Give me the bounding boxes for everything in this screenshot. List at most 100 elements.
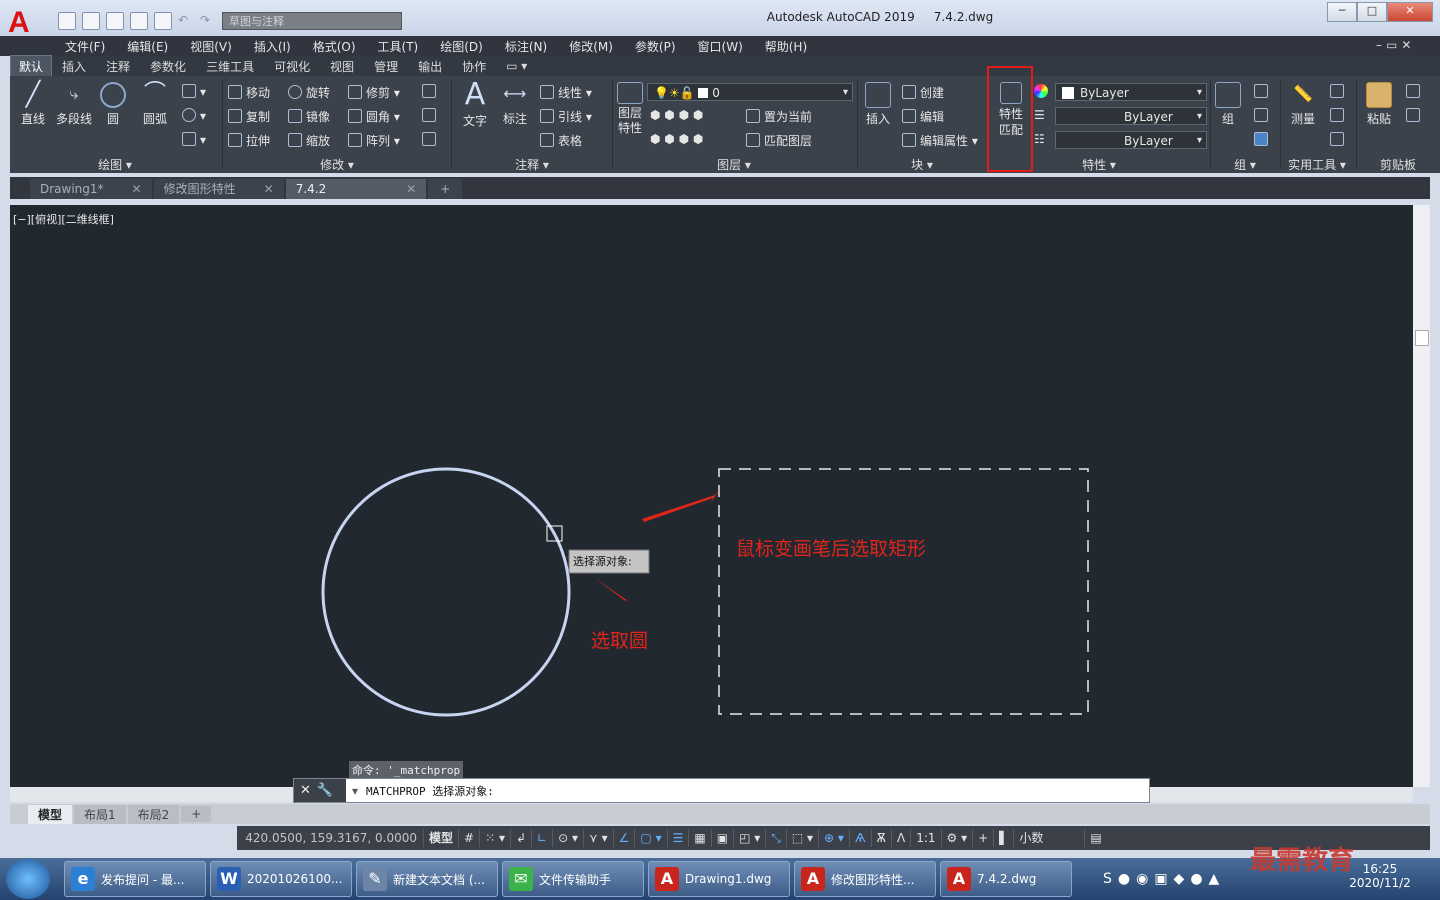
- doc-window-controls[interactable]: –▭✕: [1376, 38, 1415, 52]
- menu-format[interactable]: 格式(O): [302, 38, 367, 55]
- create-block-tool[interactable]: 创建: [902, 84, 944, 101]
- auto-scale-icon[interactable]: Ѫ: [870, 829, 891, 847]
- tab-model[interactable]: 模型: [28, 804, 73, 824]
- workspace-gear-icon[interactable]: ⚙ ▾: [940, 829, 973, 847]
- linear-dim-tool[interactable]: 线性 ▾: [540, 84, 592, 101]
- lineweight-dropdown[interactable]: ByLayer: [1055, 131, 1207, 150]
- selection-filter-icon[interactable]: ⬚ ▾: [785, 829, 818, 847]
- grid-icon[interactable]: #: [458, 829, 479, 847]
- text-tool[interactable]: A 文字: [458, 80, 492, 129]
- lineweight-toggle-icon[interactable]: ☰: [666, 829, 689, 847]
- scroll-thumb[interactable]: [1415, 330, 1429, 346]
- new-file-icon[interactable]: [58, 12, 76, 30]
- undo-icon[interactable]: ↶: [178, 13, 194, 29]
- menu-edit[interactable]: 编辑(E): [116, 38, 179, 55]
- arc-tool[interactable]: ⌒ 圆弧: [138, 82, 172, 127]
- menu-draw[interactable]: 绘图(D): [429, 38, 494, 55]
- infer-icon[interactable]: ↲: [509, 829, 531, 847]
- panel-utilities[interactable]: 实用工具 ▾: [1280, 156, 1354, 172]
- erase-tool[interactable]: [422, 84, 440, 99]
- panel-modify[interactable]: 修改 ▾: [224, 156, 450, 172]
- taskbar-item-word[interactable]: W 20201026100...: [210, 861, 352, 897]
- gizmo-icon[interactable]: ⊕ ▾: [818, 829, 849, 847]
- layer-tools-row2[interactable]: ⬢ ⬢ ⬢ ⬢: [650, 132, 703, 146]
- menu-view[interactable]: 视图(V): [179, 38, 243, 55]
- offset-tool[interactable]: [422, 132, 440, 147]
- transparency-icon[interactable]: ▦: [688, 829, 710, 847]
- tab-collaborate[interactable]: 协作: [452, 58, 496, 75]
- tab-layout2[interactable]: 布局2: [127, 804, 180, 824]
- close-command-icon[interactable]: ✕: [300, 783, 311, 798]
- array-tool[interactable]: 阵列 ▾: [348, 132, 400, 149]
- menu-help[interactable]: 帮助(H): [754, 38, 818, 55]
- workspace-dropdown[interactable]: 草图与注释: [222, 12, 402, 30]
- menu-window[interactable]: 窗口(W): [687, 38, 754, 55]
- taskbar-item-modify[interactable]: A 修改图形特性...: [794, 861, 936, 897]
- close-tab-icon[interactable]: ✕: [406, 182, 416, 196]
- group-edit-icon[interactable]: [1254, 108, 1272, 123]
- move-tool[interactable]: 移动: [228, 84, 270, 101]
- start-button[interactable]: [6, 859, 50, 899]
- polar-icon[interactable]: ⊙ ▾: [552, 829, 583, 847]
- lineweight-icon[interactable]: ☷: [1034, 132, 1045, 146]
- explode-tool[interactable]: [422, 108, 440, 123]
- group-tool[interactable]: 组: [1213, 82, 1243, 127]
- viewport-controls[interactable]: [−][俯视][二维线框]: [13, 211, 114, 227]
- ribbon-options-icon[interactable]: ▭ ▾: [496, 59, 537, 73]
- fillet-tool[interactable]: 圆角 ▾: [348, 108, 400, 125]
- add-layout-button[interactable]: +: [181, 806, 212, 822]
- selection-cycle-icon[interactable]: ▣: [710, 829, 733, 847]
- calculator-icon[interactable]: [1330, 132, 1348, 147]
- ungroup-icon[interactable]: [1254, 84, 1272, 99]
- layer-properties-tool[interactable]: 图层 特性: [614, 82, 646, 136]
- measure-tool[interactable]: 📏 测量: [1286, 82, 1320, 127]
- taskbar-item-wechat[interactable]: ✉ 文件传输助手: [502, 861, 644, 897]
- tab-visualize[interactable]: 可视化: [264, 58, 320, 75]
- line-tool[interactable]: ╱ 直线: [18, 82, 48, 127]
- circle-tool[interactable]: 圆: [98, 82, 128, 127]
- panel-clipboard[interactable]: 剪贴板: [1356, 156, 1440, 172]
- utility-icon-2[interactable]: [1330, 108, 1348, 123]
- hatch-tool[interactable]: ▾: [182, 108, 206, 123]
- edit-block-tool[interactable]: 编辑: [902, 108, 944, 125]
- menu-parametric[interactable]: 参数(P): [624, 38, 687, 55]
- menu-tools[interactable]: 工具(T): [367, 38, 430, 55]
- color-wheel-icon[interactable]: [1034, 84, 1052, 99]
- linetype-icon[interactable]: ☰: [1034, 108, 1045, 122]
- taskbar-item-742[interactable]: A 7.4.2.dwg: [940, 861, 1072, 897]
- panel-annotation[interactable]: 注释 ▾: [452, 156, 612, 172]
- match-layer-tool[interactable]: 匹配图层: [746, 132, 812, 149]
- cut-icon[interactable]: [1406, 84, 1424, 99]
- clock[interactable]: 16:25 2020/11/2: [1345, 862, 1415, 890]
- close-button[interactable]: ✕: [1387, 2, 1433, 22]
- osnap-icon[interactable]: ▢ ▾: [634, 829, 666, 847]
- tab-output[interactable]: 输出: [408, 58, 452, 75]
- annotation-scale-icon[interactable]: Λ: [890, 829, 910, 847]
- taskbar-item-notepad[interactable]: ✎ 新建文本文档 (...: [356, 861, 498, 897]
- ortho-icon[interactable]: ∟: [531, 829, 552, 847]
- rectangle-tool[interactable]: ▾: [182, 84, 206, 99]
- tab-annotate[interactable]: 注释: [96, 58, 140, 75]
- open-file-icon[interactable]: [82, 12, 100, 30]
- menu-dimension[interactable]: 标注(N): [494, 38, 558, 55]
- annotation-visibility-icon[interactable]: Ѧ: [848, 829, 871, 847]
- doc-tab-modify[interactable]: 修改图形特性 ✕: [153, 179, 284, 199]
- new-tab-button[interactable]: +: [428, 179, 463, 199]
- paste-tool[interactable]: 粘贴: [1362, 82, 1396, 127]
- tray-icons[interactable]: S●◉▣◆●▲: [1103, 871, 1225, 887]
- panel-block[interactable]: 块 ▾: [858, 156, 986, 172]
- insert-block-tool[interactable]: 插入: [862, 82, 894, 127]
- close-tab-icon[interactable]: ✕: [132, 182, 142, 196]
- units-icon[interactable]: ▌: [993, 829, 1013, 847]
- trim-tool[interactable]: 修剪 ▾: [348, 84, 400, 101]
- copy-tool[interactable]: 复制: [228, 108, 270, 125]
- customize-icon[interactable]: 🔧: [317, 783, 333, 798]
- units-dropdown[interactable]: 小数: [1013, 829, 1084, 847]
- command-recent-icon[interactable]: ▾: [352, 784, 358, 798]
- quick-properties-icon[interactable]: ▤: [1084, 829, 1106, 847]
- table-tool[interactable]: 表格: [540, 132, 582, 149]
- save-as-icon[interactable]: [130, 12, 148, 30]
- mirror-tool[interactable]: 镜像: [288, 108, 330, 125]
- annotation-scale-value[interactable]: 1:1: [910, 829, 940, 847]
- panel-draw[interactable]: 绘图 ▾: [10, 156, 220, 172]
